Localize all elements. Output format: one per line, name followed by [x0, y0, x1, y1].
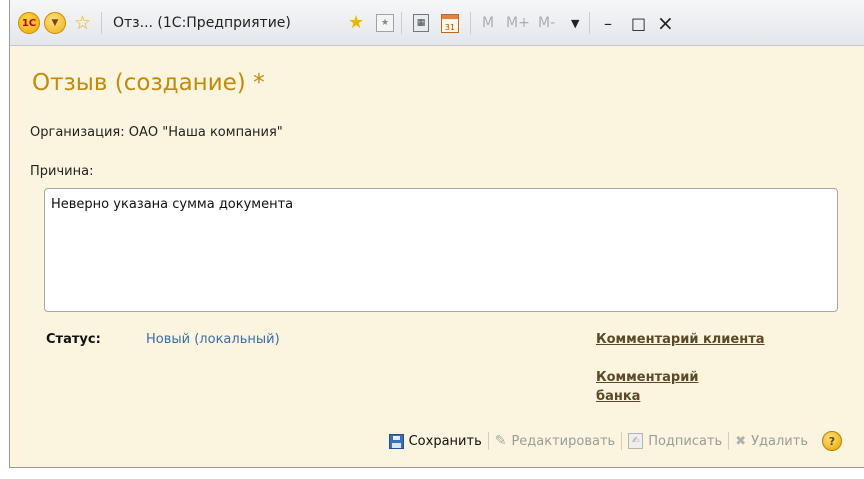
link-icon: ★: [376, 14, 394, 32]
floppy-disk-icon: [388, 433, 404, 449]
title-bar: 1С ▼ ☆ Отз... (1С:Предприятие) ★ ★ ▦ 31: [10, 0, 864, 46]
separator: [470, 12, 471, 34]
edit-label: Редактировать: [511, 433, 616, 449]
memory-plus-label: M+: [506, 15, 530, 31]
favorites-button[interactable]: ☆: [74, 0, 91, 46]
memory-minus-button[interactable]: M-: [538, 0, 555, 46]
close-button[interactable]: ×: [657, 0, 674, 46]
toolbar-separator-2: [470, 0, 471, 46]
title-separator: [101, 0, 102, 46]
toolbar-separator-1: [401, 0, 402, 46]
calculator-icon: ▦: [413, 14, 429, 32]
delete-label: Удалить: [751, 433, 808, 449]
memory-m-button[interactable]: M: [482, 0, 494, 46]
reason-label: Причина:: [30, 164, 94, 179]
calendar-icon: 31: [441, 13, 459, 33]
sign-label: Подписать: [648, 433, 723, 449]
minimize-button[interactable]: –: [604, 0, 612, 46]
pencil-icon: ✎: [494, 433, 507, 449]
organization-value: ОАО "Наша компания": [128, 125, 283, 140]
separator: [401, 12, 402, 34]
1c-logo-icon: 1С: [18, 12, 40, 34]
star-add-icon: ★: [348, 12, 365, 33]
bank-comment-link[interactable]: Комментарий банка: [596, 368, 746, 406]
close-icon: ×: [657, 11, 674, 35]
reason-field[interactable]: Неверно указана сумма документа: [44, 188, 838, 312]
page-title: Отзыв (создание) *: [32, 70, 265, 96]
separator: [589, 12, 590, 34]
document-window: 1С ▼ ☆ Отз... (1С:Предприятие) ★ ★ ▦ 31: [9, 0, 864, 468]
calendar-button[interactable]: 31: [441, 0, 459, 46]
memory-minus-label: M-: [538, 15, 556, 31]
status-value: Новый (локальный): [146, 332, 280, 347]
client-comment-link[interactable]: Комментарий клиента: [596, 332, 765, 347]
save-label: Сохранить: [408, 433, 482, 449]
delete-button[interactable]: ✖ Удалить: [729, 434, 814, 449]
sign-button[interactable]: ✍ Подписать: [622, 433, 728, 449]
maximize-button[interactable]: □: [631, 0, 646, 46]
star-icon: ☆: [74, 11, 92, 34]
chevron-down-icon: ▼: [44, 12, 66, 34]
calculator-button[interactable]: ▦: [413, 0, 429, 46]
get-link-button[interactable]: ★: [376, 0, 394, 46]
save-button[interactable]: Сохранить: [383, 433, 488, 449]
minimize-icon: –: [604, 13, 612, 33]
organization-line: Организация: ОАО "Наша компания": [30, 125, 283, 140]
memory-m-label: M: [482, 15, 495, 31]
toolbar-more-button[interactable]: ▼: [571, 0, 579, 46]
sign-document-icon: ✍: [628, 433, 644, 449]
app-logo-button[interactable]: 1С: [18, 0, 40, 46]
command-bar: Сохранить ✎ Редактировать ✍ Подписать ✖ …: [383, 428, 842, 454]
main-menu-button[interactable]: ▼: [44, 0, 66, 46]
maximize-icon: □: [631, 13, 647, 33]
window-title-text: Отз... (1С:Предприятие): [113, 15, 291, 31]
window-title: Отз... (1С:Предприятие): [113, 0, 291, 46]
chevron-down-icon: ▼: [571, 16, 580, 30]
edit-button[interactable]: ✎ Редактировать: [489, 433, 621, 449]
organization-label: Организация:: [30, 125, 125, 140]
add-to-favorites-button[interactable]: ★: [348, 0, 364, 46]
memory-plus-button[interactable]: M+: [506, 0, 530, 46]
separator: [101, 12, 102, 34]
delete-icon: ✖: [735, 433, 747, 449]
status-label: Статус:: [46, 332, 101, 347]
toolbar-separator-3: [589, 0, 590, 46]
help-icon[interactable]: ?: [822, 431, 842, 451]
